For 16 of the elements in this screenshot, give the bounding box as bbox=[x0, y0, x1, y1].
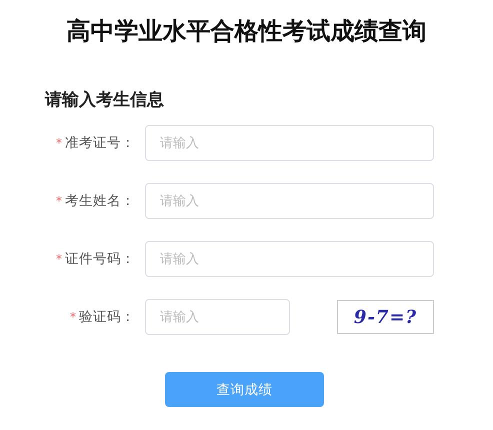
input-field[interactable]: 请输入 bbox=[145, 125, 434, 161]
input-field[interactable]: 请输入 bbox=[145, 241, 434, 277]
page-title: 高中学业水平合格性考试成绩查询 bbox=[66, 16, 428, 47]
captcha-text: 9-7=? bbox=[354, 306, 418, 328]
required-mark: * bbox=[70, 310, 76, 324]
required-mark: * bbox=[56, 252, 62, 266]
field-label: 证件号码： bbox=[65, 250, 135, 268]
required-mark: * bbox=[56, 194, 62, 208]
input-field[interactable]: 请输入 bbox=[145, 183, 434, 219]
field-label: 考生姓名： bbox=[65, 192, 135, 210]
captcha-image[interactable]: 9-7=? bbox=[337, 300, 434, 334]
captcha-input[interactable]: 请输入 bbox=[145, 299, 290, 335]
required-mark: * bbox=[56, 136, 62, 150]
field-label: 验证码： bbox=[79, 308, 135, 326]
field-label: 准考证号： bbox=[65, 134, 135, 152]
section-title: 请输入考生信息 bbox=[45, 89, 164, 112]
